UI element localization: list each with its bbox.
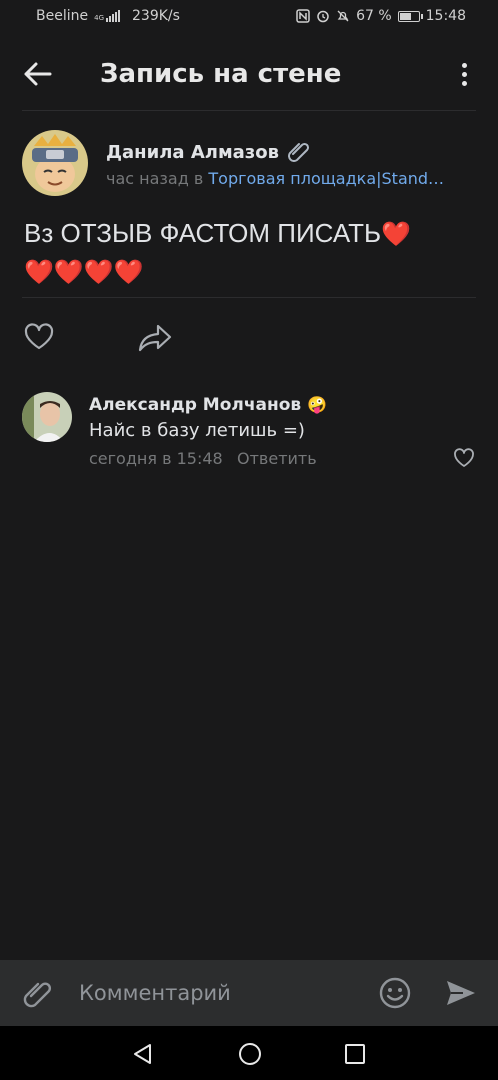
status-right: 67 % 15:48 [296,8,466,24]
comment-author-text: Александр Молчанов [89,395,302,415]
mute-icon [337,10,349,22]
comment-author-avatar[interactable] [22,392,72,442]
heart-outline-icon [454,448,474,467]
send-icon [447,981,475,1005]
post-author-avatar[interactable] [22,130,88,196]
nav-home-button[interactable] [238,1042,262,1066]
more-vertical-icon [461,62,467,68]
heart-emoji: ❤️ [381,221,412,248]
carrier-name: Beeline [36,8,89,24]
post-author-name[interactable]: Данила Алмазов [106,140,313,163]
smile-icon [379,977,411,1009]
comment-input[interactable] [79,974,369,1012]
heart-outline-icon [24,323,54,350]
header-divider [22,110,476,111]
nfc-icon [296,9,310,23]
paperclip-icon [23,982,52,1008]
nav-recents-button[interactable] [343,1042,367,1066]
comment-reply-button[interactable]: Ответить [237,449,317,468]
post-text: Вз ОТЗЫВ ФАСТОМ ПИСАТЬ❤️ ❤️❤️❤️❤️ [24,214,464,292]
post-meta: час назад в Торговая площадка|Stand… [106,169,478,188]
network-type: 4G [94,14,104,22]
nav-home-icon [239,1043,261,1065]
back-button[interactable] [18,54,58,94]
paperclip-icon [288,142,310,162]
comment-author-name[interactable]: Александр Молчанов 🤪 [89,395,327,415]
arrow-left-icon [24,62,52,86]
post-text-line2: ❤️❤️❤️❤️ [24,259,144,286]
status-left: Beeline 4G 239K/s [36,8,180,24]
battery-percent: 67 % [356,8,392,24]
comment-time: сегодня в 15:48 [89,449,223,468]
comment-author-emoji: 🤪 [307,395,328,414]
comment-text: Найс в базу летишь =) [89,420,305,441]
battery-icon [397,10,423,22]
network-speed: 239K/s [132,8,180,24]
page-title: Запись на стене [100,59,342,89]
status-bar: Beeline 4G 239K/s 67 % 15:48 [0,0,498,34]
post-like-button[interactable] [22,320,56,354]
more-options-button[interactable] [450,54,478,94]
app-header: Запись на стене [0,36,498,110]
post-share-button[interactable] [136,320,174,354]
share-icon [138,324,172,352]
post-author-text: Данила Алмазов [106,142,280,163]
send-button[interactable] [444,976,478,1010]
nav-back-icon [134,1044,151,1064]
signal-icon: 4G [94,10,120,22]
status-time: 15:48 [425,8,466,24]
post-time: час назад в [106,169,209,188]
system-nav-bar [0,1026,498,1080]
emoji-button[interactable] [378,976,412,1010]
post-group-link[interactable]: Торговая площадка|Stand… [208,169,444,188]
nav-back-button[interactable] [131,1042,155,1066]
comment-like-button[interactable] [452,446,476,470]
nav-recents-icon [345,1044,365,1064]
alarm-icon [317,10,329,23]
post-text-line1: Вз ОТЗЫВ ФАСТОМ ПИСАТЬ [24,218,382,248]
attach-button[interactable] [22,976,56,1010]
comment-input-bar [0,960,498,1026]
post-divider [22,297,476,298]
